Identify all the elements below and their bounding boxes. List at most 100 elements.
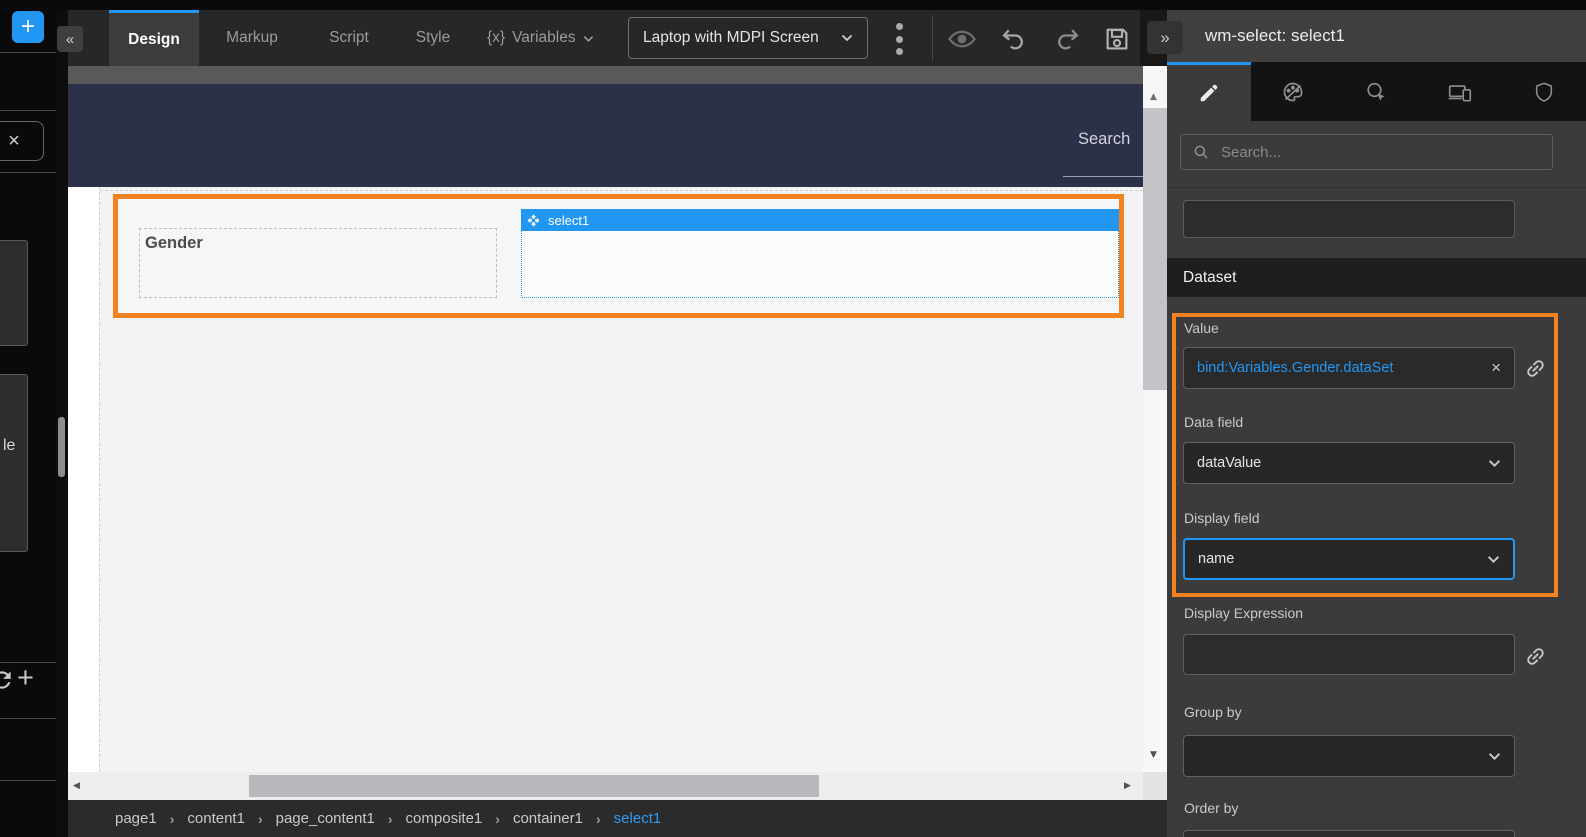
dataset-section-header[interactable]: Dataset [1167,258,1586,297]
move-icon[interactable] [527,214,540,227]
chevrons-right-icon: » [1160,28,1169,48]
undo-icon[interactable] [998,23,1030,55]
add-widget-button[interactable]: + [12,11,44,43]
vertical-scrollbar-thumb[interactable] [1143,108,1167,390]
select1-widget[interactable]: select1 [521,209,1119,298]
value-input[interactable]: bind:Variables.Gender.dataSet × [1183,347,1515,389]
tab-styles[interactable] [1251,62,1335,121]
properties-panel-header: wm-select: select1 [1167,10,1586,62]
breadcrumb-item-page1[interactable]: page1 [115,810,157,827]
preview-navbar: Search [68,84,1143,187]
unnamed-property-input[interactable] [1183,200,1515,238]
refresh-icon[interactable] [0,667,15,693]
tab-devices[interactable] [1418,62,1502,121]
preview-eye-icon[interactable] [946,23,978,55]
selected-widget-title: wm-select: select1 [1205,10,1345,62]
display-field-select[interactable]: name [1183,538,1515,580]
close-panel-button[interactable]: × [0,121,44,161]
tab-style[interactable]: Style [393,10,473,66]
display-field-value: name [1198,551,1234,567]
breadcrumb-item-select1[interactable]: select1 [614,810,662,827]
close-icon: × [8,130,20,153]
tab-design[interactable]: Design [109,10,199,66]
canvas-body: Gender select1 [68,187,1143,772]
shield-icon [1533,80,1555,104]
display-expression-label: Display Expression [1184,605,1303,621]
bind-link-icon[interactable] [1524,357,1547,380]
breadcrumb-item-container1[interactable]: container1 [513,810,583,827]
tab-inspect[interactable] [1335,62,1419,121]
redo-icon[interactable] [1051,23,1083,55]
tab-security[interactable] [1502,62,1586,121]
divider [1167,187,1586,188]
chevron-right-icon: › [596,811,601,827]
devices-icon [1447,79,1473,105]
tab-script[interactable]: Script [305,10,393,66]
canvas-vertical-scrollbar[interactable]: ▲ ▼ [1143,66,1167,772]
gender-label-widget[interactable]: Gender [139,228,497,298]
scroll-down-icon[interactable]: ▼ [1150,750,1157,760]
scroll-up-icon[interactable]: ▲ [1150,92,1157,102]
tab-properties[interactable] [1167,62,1251,121]
chevron-down-icon [1487,555,1500,564]
top-toolbar: Design Markup Script Style {x} Variables… [68,10,1140,66]
design-canvas: Search Gender select1 ▲ [68,66,1167,800]
collapse-sidebar-button[interactable]: « [57,26,83,52]
scrollbar-corner [1143,772,1167,800]
data-field-select[interactable]: dataValue [1183,442,1515,484]
order-by-label: Order by [1184,800,1238,816]
display-expression-input[interactable] [1183,634,1515,675]
properties-tabbar [1167,62,1586,121]
order-by-input[interactable] [1183,830,1515,837]
breadcrumb-item-composite1[interactable]: composite1 [406,810,483,827]
bind-link-icon[interactable] [1524,645,1547,668]
navbar-search-input[interactable]: Search [1078,130,1143,149]
tab-markup[interactable]: Markup [199,10,305,66]
device-selector-value: Laptop with MDPI Screen [643,29,819,47]
display-field-label: Display field [1184,510,1259,526]
select1-widget-header[interactable]: select1 [521,209,1119,231]
palette-icon [1281,80,1305,104]
data-field-label: Data field [1184,414,1243,430]
group-by-label: Group by [1184,704,1242,720]
breadcrumb-item-content1[interactable]: content1 [187,810,245,827]
properties-search[interactable] [1180,134,1553,170]
divider [0,718,56,719]
breadcrumb: page1 › content1 › page_content1 › compo… [68,800,1167,837]
clear-binding-icon[interactable]: × [1491,358,1501,378]
search-input[interactable] [1219,143,1541,162]
variables-icon: {x} [487,29,505,47]
value-label: Value [1184,320,1219,336]
palette-item[interactable]: le [0,374,28,552]
breadcrumb-item-page-content1[interactable]: page_content1 [276,810,375,827]
data-field-value: dataValue [1197,455,1261,471]
add-icon[interactable]: + [17,662,34,695]
group-by-select[interactable] [1183,735,1515,777]
divider [932,15,933,61]
left-sidebar-scrollbar-thumb[interactable] [58,417,65,477]
inspect-cursor-icon [1364,80,1388,104]
value-binding-text: bind:Variables.Gender.dataSet [1197,360,1393,376]
divider [0,110,56,111]
divider [0,172,56,173]
select1-widget-body[interactable] [521,231,1119,298]
save-icon[interactable] [1101,23,1133,55]
mode-tabs: Design Markup Script Style [109,10,473,66]
variables-menu[interactable]: {x} Variables [487,10,594,66]
horizontal-scrollbar-thumb[interactable] [249,775,819,797]
chevron-right-icon: › [388,811,393,827]
scroll-left-icon[interactable]: ◀ [73,781,80,791]
canvas-horizontal-scrollbar[interactable]: ◀ ▶ [68,772,1143,800]
scroll-right-icon[interactable]: ▶ [1124,781,1131,791]
canvas-margin [68,187,99,772]
wavemaker-studio: + × le + « Design Markup Script Style [0,0,1586,837]
palette-item[interactable] [0,240,28,346]
more-options-icon[interactable] [894,23,904,55]
chevron-down-icon [841,34,853,42]
palette-item-label: le [3,437,15,455]
device-selector[interactable]: Laptop with MDPI Screen [628,17,868,59]
expand-panel-button[interactable]: » [1147,21,1183,54]
layout-guide-horizontal [100,190,1143,191]
divider [0,52,56,53]
chevron-down-icon [1488,459,1501,468]
